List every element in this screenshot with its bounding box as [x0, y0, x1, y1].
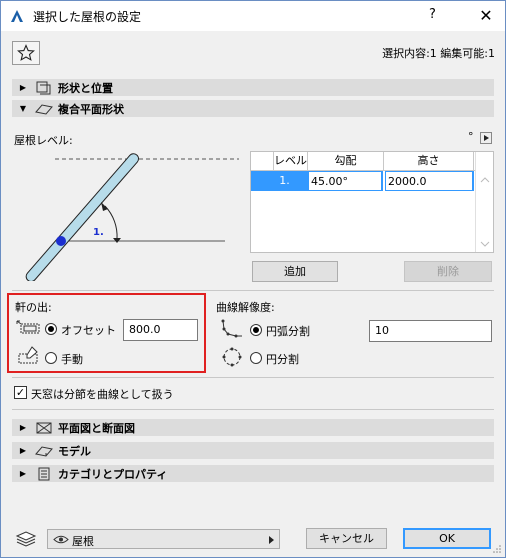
- close-button[interactable]: ✕: [471, 4, 501, 28]
- selection-info: 選択内容:1 編集可能:1: [382, 47, 495, 60]
- divider: [12, 377, 494, 378]
- circle-division-radio[interactable]: [250, 352, 262, 364]
- table-header-level: レベル: [274, 152, 308, 170]
- curve-resolution-label: 曲線解像度:: [216, 301, 275, 314]
- layer-value: 屋根: [72, 535, 94, 548]
- eaves-manual-icon: [18, 346, 38, 364]
- table-header-height: 高さ: [384, 152, 474, 170]
- circle-segment-icon: [222, 347, 242, 367]
- roof-plane-icon: [35, 103, 53, 115]
- roof-level-label: 屋根レベル:: [14, 134, 73, 147]
- eaves-offset-radio[interactable]: [45, 323, 57, 335]
- eaves-manual-label: 手動: [61, 353, 83, 366]
- collapse-arrow-icon: ▼: [19, 104, 27, 113]
- dropdown-arrow-icon: [269, 536, 274, 544]
- diagram-level-label: 1.: [93, 227, 104, 238]
- section-multi-plane[interactable]: ▼ 複合平面形状: [12, 100, 494, 117]
- section-plan-section[interactable]: ▶ 平面図と断面図: [12, 419, 494, 436]
- scroll-up-icon: [480, 177, 490, 183]
- level-cell: 1.: [251, 171, 308, 191]
- arc-segment-icon: [221, 319, 242, 338]
- eaves-offset-input[interactable]: 800.0: [123, 319, 198, 341]
- add-level-button[interactable]: 追加: [252, 261, 338, 282]
- layer-dropdown[interactable]: 屋根: [47, 529, 280, 549]
- roof-pitch-diagram: [25, 153, 239, 281]
- expand-arrow-icon: ▶: [19, 446, 27, 455]
- resize-grip-icon[interactable]: [492, 544, 502, 554]
- pitch-cell[interactable]: 45.00°: [308, 171, 383, 191]
- section-label: 平面図と断面図: [58, 421, 135, 435]
- scroll-down-icon: [480, 241, 490, 247]
- help-button[interactable]: ?: [429, 7, 436, 22]
- level-table: レベル 勾配 高さ 1. 45.00° 2000.0: [250, 151, 494, 253]
- layer-icon: [15, 531, 37, 547]
- triangle-right-icon: [484, 135, 489, 141]
- section-label: 形状と位置: [58, 81, 113, 95]
- eaves-manual-radio[interactable]: [45, 352, 57, 364]
- model-icon: [35, 445, 53, 457]
- section-label: 複合平面形状: [58, 102, 124, 116]
- table-header-pitch: 勾配: [308, 152, 384, 170]
- table-scrollbar[interactable]: [475, 152, 493, 252]
- window-title: 選択した屋根の設定: [33, 10, 142, 24]
- expand-arrow-icon: ▶: [19, 83, 27, 92]
- delete-level-button[interactable]: 削除: [404, 261, 492, 282]
- divider: [12, 409, 494, 410]
- archicad-app-icon: [9, 8, 25, 24]
- skylight-curve-label: 天窓は分節を曲線として扱う: [31, 388, 174, 401]
- eaves-offset-label: オフセット: [61, 324, 116, 337]
- degree-mark: °: [468, 130, 474, 143]
- shape-position-icon: [36, 81, 51, 94]
- ok-button[interactable]: OK: [403, 528, 491, 549]
- arc-division-input[interactable]: 10: [369, 320, 492, 342]
- section-shape-position[interactable]: ▶ 形状と位置: [12, 79, 494, 96]
- eye-icon: [53, 535, 69, 544]
- favorites-button[interactable]: [12, 41, 40, 65]
- skylight-curve-checkbox[interactable]: ✓: [14, 386, 27, 399]
- section-model[interactable]: ▶ モデル: [12, 442, 494, 459]
- table-row[interactable]: 1. 45.00° 2000.0: [251, 171, 475, 192]
- arc-division-label: 円弧分割: [266, 325, 310, 338]
- section-label: カテゴリとプロパティ: [58, 467, 168, 481]
- arc-division-radio[interactable]: [250, 324, 262, 336]
- circle-division-label: 円分割: [266, 353, 299, 366]
- section-label: モデル: [58, 444, 91, 458]
- category-document-icon: [38, 467, 50, 480]
- table-header-blank: [251, 152, 274, 170]
- plan-section-icon: [36, 422, 52, 433]
- expand-arrow-icon: ▶: [19, 423, 27, 432]
- eaves-label: 軒の出:: [15, 301, 52, 314]
- dialog-window: 選択した屋根の設定 ? ✕ 選択内容:1 編集可能:1 ▶ 形状と位置 ▼ 複合…: [0, 0, 506, 558]
- unit-menu-button[interactable]: [480, 132, 492, 144]
- title-bar: 選択した屋根の設定 ? ✕: [1, 1, 505, 31]
- expand-arrow-icon: ▶: [19, 469, 27, 478]
- divider: [12, 290, 494, 291]
- section-category[interactable]: ▶ カテゴリとプロパティ: [12, 465, 494, 482]
- cancel-button[interactable]: キャンセル: [306, 528, 387, 549]
- star-icon: [17, 44, 35, 61]
- eaves-offset-icon: [16, 320, 40, 334]
- height-cell[interactable]: 2000.0: [385, 171, 474, 191]
